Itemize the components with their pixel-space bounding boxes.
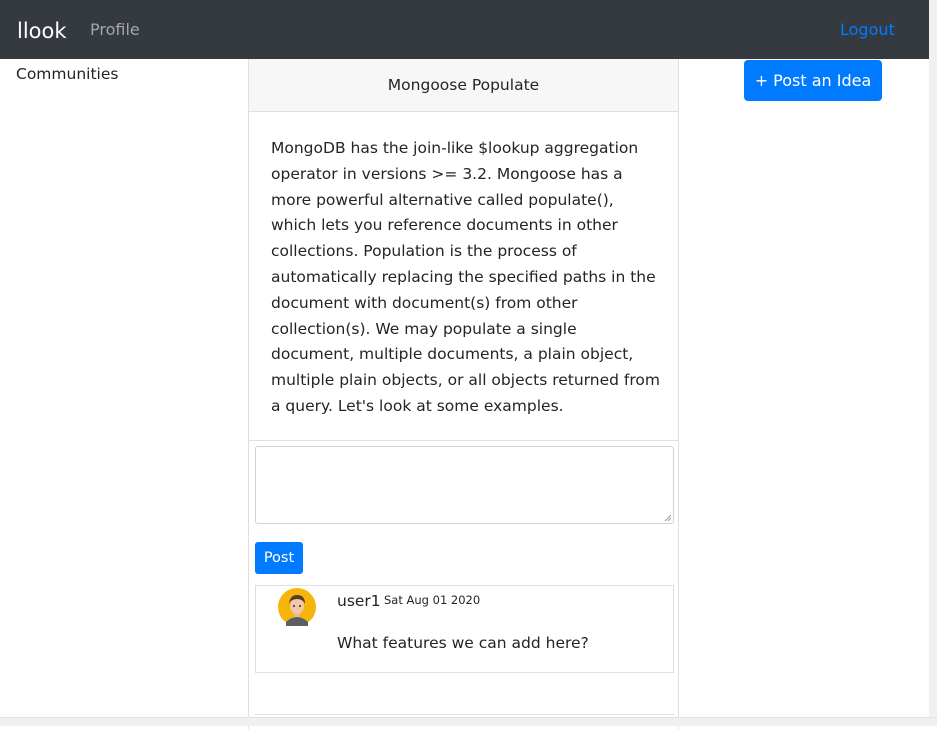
resize-grip-icon[interactable] (664, 514, 671, 521)
comment-item: user1 Sat Aug 01 2020 What features we c… (255, 585, 674, 673)
vertical-scrollbar[interactable] (929, 0, 937, 726)
communities-link[interactable]: Communities (16, 63, 118, 85)
comment-username: user1 (337, 592, 381, 610)
post-idea-button[interactable]: + Post an Idea (744, 60, 882, 101)
card-divider (249, 440, 678, 441)
comment-textarea[interactable] (255, 446, 674, 524)
comment-text: What features we can add here? (337, 634, 589, 652)
post-comment-button[interactable]: Post (255, 542, 303, 574)
logout-link[interactable]: Logout (840, 19, 895, 41)
post-title: Mongoose Populate (249, 59, 678, 112)
post-body: MongoDB has the join-like $lookup aggreg… (271, 139, 660, 415)
comment-date: Sat Aug 01 2020 (384, 593, 481, 607)
horizontal-scrollbar[interactable] (0, 717, 937, 726)
top-navbar: llook Profile Logout (0, 0, 929, 59)
post-card: Mongoose Populate MongoDB has the join-l… (248, 59, 679, 729)
nav-profile-link[interactable]: Profile (90, 19, 140, 41)
brand-logo[interactable]: llook (17, 17, 67, 45)
user-avatar-icon (278, 588, 316, 626)
